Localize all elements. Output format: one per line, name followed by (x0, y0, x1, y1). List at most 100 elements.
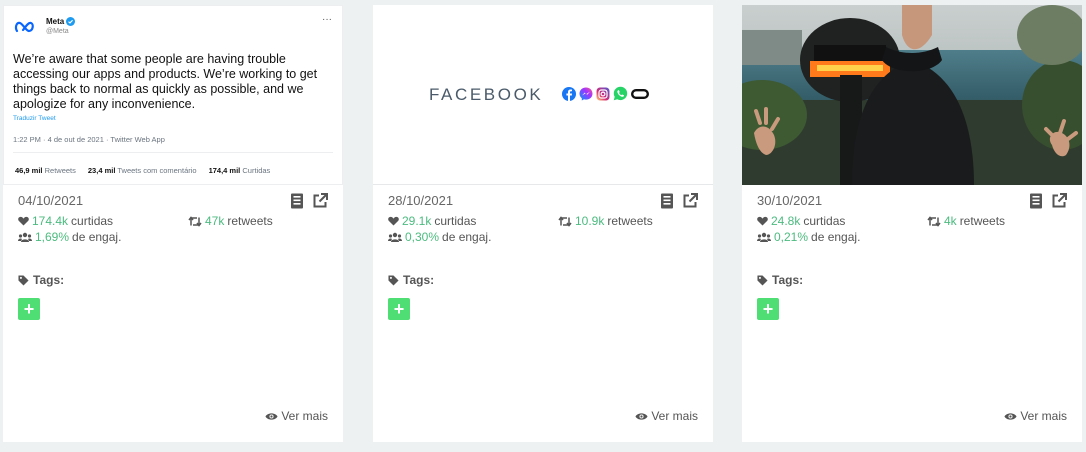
tweet-embed: Meta @Meta ··· We’re aware that some peo… (3, 5, 343, 185)
facebook-icon (562, 86, 576, 101)
heart-icon (18, 216, 29, 226)
oculus-icon (631, 88, 649, 99)
tweet-translate-link: Traduzir Tweet (13, 115, 56, 122)
brand-wordmark: FACEBOOK (429, 85, 544, 104)
engagement-stat: 1,69% de engaj. (18, 230, 121, 244)
tags-text: Tags: (403, 273, 435, 287)
tweet-stat-quotes: 23,4 mil Tweets com comentário (87, 166, 197, 175)
ver-mais-label: Ver mais (1020, 409, 1067, 423)
verified-badge-icon (66, 17, 76, 26)
post-actions (660, 193, 698, 209)
post-card: 30/10/2021 24.8k curtidas 4k retweets 0,… (742, 5, 1082, 442)
likes-value: 174.4k (32, 214, 69, 228)
external-link-icon[interactable] (682, 193, 698, 209)
tweet-author-name: Meta (46, 17, 76, 26)
report-icon[interactable] (1029, 193, 1045, 209)
post-date: 04/10/2021 (18, 193, 84, 208)
likes-stat: 174.4k curtidas (18, 214, 113, 228)
likes-label: curtidas (803, 214, 846, 228)
external-link-icon[interactable] (1051, 193, 1067, 209)
tag-icon (757, 274, 768, 286)
engagement-value: 0,21% (774, 230, 809, 244)
tag-icon (388, 274, 399, 286)
tweet-divider (13, 152, 333, 153)
retweet-icon (558, 215, 572, 227)
tag-icon (18, 274, 29, 286)
add-tag-button[interactable]: + (388, 298, 410, 320)
likes-stat: 29.1k curtidas (388, 214, 476, 228)
retweets-stat: 4k retweets (927, 214, 1005, 228)
facebook-brand-image: FACEBOOK (373, 5, 713, 184)
eye-icon (265, 412, 278, 421)
retweets-stat: 47k retweets (188, 214, 273, 228)
post-info: 04/10/2021 174.4k curtidas 47k retweets … (3, 185, 343, 442)
engagement-label: de engaj. (72, 230, 122, 244)
tags-text: Tags: (772, 273, 804, 287)
likes-label: curtidas (71, 214, 114, 228)
engagement-value: 1,69% (35, 230, 70, 244)
tweet-stats: 46,9 mil Retweets 23,4 mil Tweets com co… (15, 166, 270, 175)
post-info: 28/10/2021 29.1k curtidas 10.9k retweets… (373, 185, 713, 442)
heart-icon (388, 216, 399, 226)
likes-value: 24.8k (771, 214, 801, 228)
retweet-icon (188, 215, 202, 227)
likes-stat: 24.8k curtidas (757, 214, 845, 228)
post-thumbnail[interactable]: FACEBOOK (373, 5, 713, 185)
users-icon (757, 232, 771, 242)
engagement-stat: 0,30% de engaj. (388, 230, 491, 244)
likes-label: curtidas (434, 214, 477, 228)
post-thumbnail[interactable] (742, 5, 1082, 185)
ver-mais-link[interactable]: Ver mais (1004, 409, 1067, 423)
retweets-value: 10.9k (575, 214, 605, 228)
post-info: 30/10/2021 24.8k curtidas 4k retweets 0,… (742, 185, 1082, 442)
report-icon[interactable] (290, 193, 306, 209)
report-icon[interactable] (660, 193, 676, 209)
tags-label: Tags: (18, 273, 64, 287)
messenger-icon (579, 87, 593, 101)
retweets-label: retweets (607, 214, 653, 228)
ver-mais-link[interactable]: Ver mais (635, 409, 698, 423)
eye-icon (1004, 412, 1017, 421)
likes-value: 29.1k (402, 214, 432, 228)
add-tag-button[interactable]: + (757, 298, 779, 320)
users-icon (18, 232, 32, 242)
retweets-value: 4k (944, 214, 957, 228)
retweet-icon (927, 215, 941, 227)
post-date: 30/10/2021 (757, 193, 823, 208)
retweets-stat: 10.9k retweets (558, 214, 653, 228)
users-icon (388, 232, 402, 242)
tweet-more-icon: ··· (322, 14, 332, 25)
post-thumbnail[interactable]: Meta @Meta ··· We’re aware that some peo… (3, 5, 343, 185)
ver-mais-label: Ver mais (281, 409, 328, 423)
engagement-stat: 0,21% de engaj. (757, 230, 860, 244)
tags-text: Tags: (33, 273, 65, 287)
tweet-text: We’re aware that some people are having … (13, 52, 318, 111)
engagement-label: de engaj. (811, 230, 861, 244)
tags-label: Tags: (388, 273, 434, 287)
engagement-value: 0,30% (405, 230, 440, 244)
retweets-label: retweets (227, 214, 273, 228)
heart-icon (757, 216, 768, 226)
tweet-stat-likes: 174,4 mil Curtidas (208, 166, 271, 175)
retweets-value: 47k (205, 214, 225, 228)
post-actions (1029, 193, 1067, 209)
tweet-author-handle: @Meta (46, 28, 69, 35)
tweet-stat-retweets: 46,9 mil Retweets (15, 166, 76, 175)
whatsapp-icon (613, 86, 628, 101)
tweet-author-label: Meta (46, 17, 65, 26)
tags-label: Tags: (757, 273, 803, 287)
engagement-label: de engaj. (442, 230, 492, 244)
instagram-icon (596, 87, 610, 101)
tweet-meta: 1:22 PM · 4 de out de 2021 · Twitter Web… (13, 135, 165, 144)
meta-logo-icon (14, 20, 36, 34)
post-date: 28/10/2021 (388, 193, 454, 208)
add-tag-button[interactable]: + (18, 298, 40, 320)
retweets-label: retweets (959, 214, 1006, 228)
ver-mais-label: Ver mais (651, 409, 698, 423)
post-photo (742, 5, 1082, 185)
eye-icon (635, 412, 648, 421)
post-actions (290, 193, 328, 209)
post-card: FACEBOOK 28/10/2021 29.1k curtidas 10.9k… (373, 5, 713, 442)
ver-mais-link[interactable]: Ver mais (265, 409, 328, 423)
external-link-icon[interactable] (312, 193, 328, 209)
